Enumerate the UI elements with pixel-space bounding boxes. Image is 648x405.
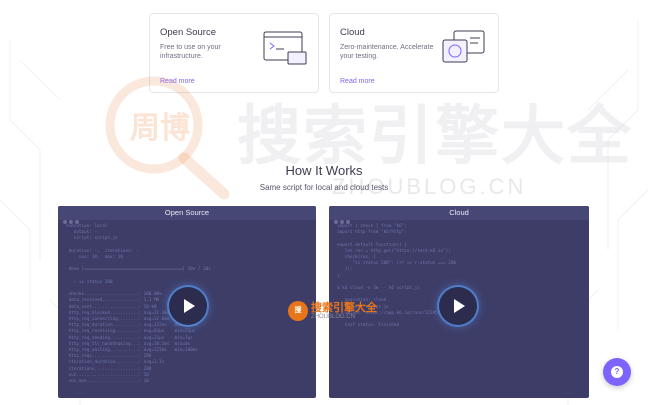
watermark-logo-text: 搜索引擎大全 bbox=[311, 301, 377, 314]
watermark-logo-emblem: 搜 bbox=[288, 301, 308, 321]
video-panel-open-source[interactable]: Open Source execution: local output: - s… bbox=[58, 206, 316, 398]
watermark-logo: 搜 搜索引擎大全 ZHOUBLOG.CN bbox=[288, 301, 377, 321]
help-button[interactable]: ? bbox=[603, 358, 631, 386]
panel-label: Open Source bbox=[164, 208, 210, 217]
card-open-source: Open Source Free to use on your infrastr… bbox=[149, 13, 319, 93]
play-icon[interactable] bbox=[169, 287, 207, 325]
help-icon: ? bbox=[611, 366, 623, 378]
card-description: Free to use on your infrastructure. bbox=[160, 44, 221, 61]
cloud-dashboard-icon bbox=[442, 30, 485, 63]
section-subtitle: Same script for local and cloud tests bbox=[259, 183, 389, 192]
read-more-link[interactable]: Read more bbox=[160, 78, 195, 85]
card-description: Zero-maintenance. Accelerate your testin… bbox=[340, 44, 434, 61]
panel-label: Cloud bbox=[449, 208, 469, 217]
play-icon[interactable] bbox=[439, 287, 477, 325]
panel-titlebar: Cloud bbox=[329, 206, 589, 224]
card-cloud: Cloud Zero-maintenance. Accelerate your … bbox=[329, 13, 499, 93]
section-title: How It Works bbox=[285, 163, 363, 178]
terminal-window-icon bbox=[263, 31, 307, 65]
watermark-logo-sub: ZHOUBLOG.CN bbox=[311, 313, 356, 320]
panel-titlebar: Open Source bbox=[58, 206, 316, 224]
read-more-link[interactable]: Read more bbox=[340, 78, 375, 85]
